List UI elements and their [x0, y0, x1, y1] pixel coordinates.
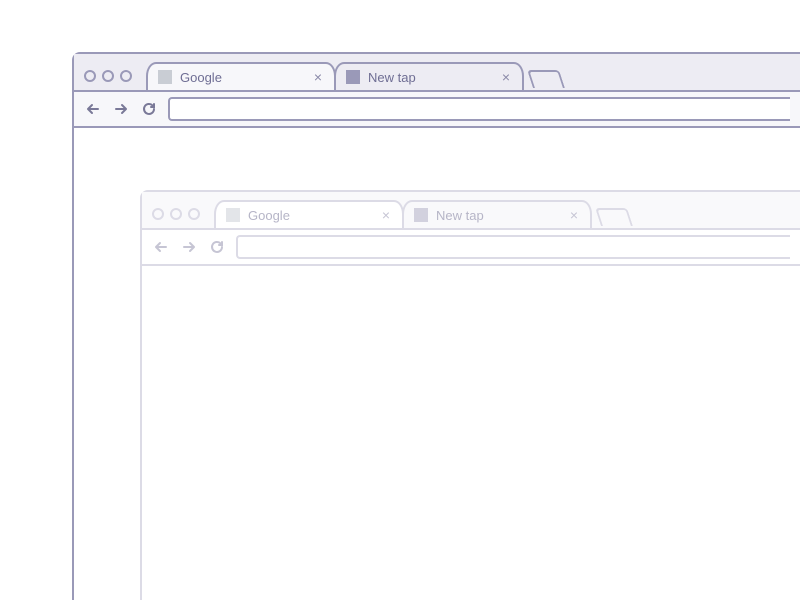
address-bar[interactable]: [236, 235, 790, 259]
forward-button[interactable]: [180, 238, 198, 256]
close-tab-icon[interactable]: ×: [500, 70, 512, 84]
arrow-left-icon: [85, 101, 101, 117]
tab-label: Google: [248, 208, 372, 223]
new-tab-button[interactable]: [595, 208, 633, 226]
arrow-left-icon: [153, 239, 169, 255]
close-window-icon[interactable]: [152, 208, 164, 220]
close-tab-icon[interactable]: ×: [568, 208, 580, 222]
favicon-icon: [346, 70, 360, 84]
arrow-right-icon: [181, 239, 197, 255]
arrow-right-icon: [113, 101, 129, 117]
maximize-window-icon[interactable]: [120, 70, 132, 82]
address-bar[interactable]: [168, 97, 790, 121]
favicon-icon: [226, 208, 240, 222]
nav-bar: [74, 90, 800, 128]
favicon-icon: [158, 70, 172, 84]
tab-label: New tap: [368, 70, 492, 85]
nav-bar: [142, 228, 800, 266]
tab-label: New tap: [436, 208, 560, 223]
reload-icon: [141, 101, 157, 117]
minimize-window-icon[interactable]: [102, 70, 114, 82]
minimize-window-icon[interactable]: [170, 208, 182, 220]
tab-bar: Google × New tap ×: [142, 192, 800, 228]
tab-new-tap[interactable]: New tap ×: [334, 62, 524, 90]
maximize-window-icon[interactable]: [188, 208, 200, 220]
traffic-lights: [80, 70, 146, 90]
close-tab-icon[interactable]: ×: [380, 208, 392, 222]
close-window-icon[interactable]: [84, 70, 96, 82]
back-button[interactable]: [84, 100, 102, 118]
close-tab-icon[interactable]: ×: [312, 70, 324, 84]
favicon-icon: [414, 208, 428, 222]
reload-icon: [209, 239, 225, 255]
tab-google[interactable]: Google ×: [146, 62, 336, 90]
browser-window-back: Google × New tap ×: [140, 190, 800, 600]
back-button[interactable]: [152, 238, 170, 256]
tab-bar: Google × New tap ×: [74, 54, 800, 90]
reload-button[interactable]: [140, 100, 158, 118]
tab-google[interactable]: Google ×: [214, 200, 404, 228]
reload-button[interactable]: [208, 238, 226, 256]
forward-button[interactable]: [112, 100, 130, 118]
tab-new-tap[interactable]: New tap ×: [402, 200, 592, 228]
traffic-lights: [148, 208, 214, 228]
tab-label: Google: [180, 70, 304, 85]
new-tab-button[interactable]: [527, 70, 565, 88]
